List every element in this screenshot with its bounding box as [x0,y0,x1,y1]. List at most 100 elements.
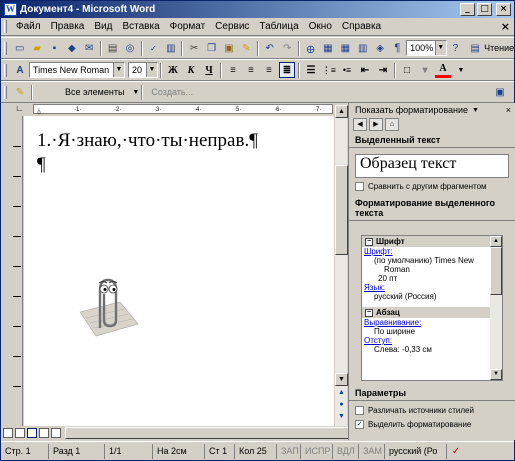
document-line-2[interactable]: ¶ [37,154,46,176]
distinguish-sources-option[interactable]: Различать источники стилей [355,406,510,415]
formatting-details-list[interactable]: − Шрифт Шрифт: (по умолчанию) Times New … [361,235,503,381]
styles-icon[interactable]: ✎ [12,84,28,100]
menu-insert[interactable]: Вставка [117,21,164,32]
indent-marker[interactable]: ⏃ [36,107,42,116]
spelling-status-icon[interactable]: ✓ [448,443,464,459]
font-link[interactable]: Шрифт: [362,247,502,256]
open-folder-icon[interactable]: ▰ [29,40,44,56]
research-icon[interactable]: ▥ [163,40,178,56]
scroll-thumb[interactable] [65,427,365,439]
font-color-dropdown-icon[interactable]: ▼ [453,62,469,78]
print-preview-icon[interactable]: ◎ [122,40,137,56]
task-pane-toggle-icon[interactable]: ▣ [492,84,508,100]
align-right-icon[interactable]: ≡ [261,62,277,78]
print-icon[interactable]: ▤ [105,40,120,56]
web-view-icon[interactable] [15,428,25,438]
show-formatting-checkbox[interactable]: ✓ [355,420,364,429]
pane-title[interactable]: Показать форматирование [355,105,468,115]
status-record-macro[interactable]: ЗАП [277,443,301,459]
sample-text-box[interactable]: Образец текст [355,154,509,178]
format-painter-icon[interactable]: ✎ [239,40,254,56]
font-color-icon[interactable]: A [435,62,451,78]
document-page[interactable]: 1.·Я·знаю,·что·ты·неправ.¶ ¶ [24,116,334,426]
previous-page-icon[interactable]: ▲ [335,389,348,400]
title-bar[interactable]: W Документ4 - Microsoft Word _ □ × [1,1,514,18]
menu-edit[interactable]: Правка [46,21,90,32]
font-size-select[interactable]: 20 ▼ [128,62,158,78]
home-icon[interactable]: ⌂ [385,118,399,131]
insert-table-icon[interactable]: ▦ [338,40,353,56]
save-icon[interactable]: ▪ [47,40,62,56]
compare-checkbox[interactable] [355,182,364,191]
language-link[interactable]: Язык: [362,283,502,292]
word-app-icon[interactable]: W [4,3,17,16]
chevron-down-icon[interactable]: ▼ [113,63,124,77]
menu-window[interactable]: Окно [304,21,337,32]
drawing-icon[interactable]: ◈ [372,40,387,56]
chevron-down-icon[interactable]: ▼ [472,107,479,114]
read-mode-button[interactable]: ▤ Чтение [466,40,514,56]
collapse-icon[interactable]: − [365,237,373,246]
close-icon[interactable]: × [506,105,511,115]
office-assistant-clippy-icon[interactable] [72,272,142,338]
horizontal-scrollbar[interactable] [65,427,365,439]
align-center-icon[interactable]: ≡ [243,62,259,78]
horizontal-ruler[interactable]: ⏃ ·1· ·2· ·3· ·4· ·5· ·6· ·7· [33,104,333,116]
style-filter-dropdown[interactable]: Все элементы [35,87,132,97]
scroll-down-icon[interactable]: ▼ [490,369,502,380]
create-style-button[interactable]: Создать... [145,87,199,97]
document-line-1[interactable]: 1.·Я·знаю,·что·ты·неправ.¶ [37,130,258,152]
toolbar-grip[interactable] [4,20,7,33]
italic-button[interactable]: К [183,62,199,78]
increase-indent-icon[interactable]: ⇥ [375,62,391,78]
styles-pane-icon[interactable]: A [12,62,28,78]
collapse-icon[interactable]: − [365,308,373,317]
menu-table[interactable]: Таблица [254,21,303,32]
spelling-icon[interactable]: ✓ [146,40,161,56]
paragraph-section-header[interactable]: − Абзац [362,307,502,318]
zoom-select[interactable]: 100% ▼ [406,40,447,56]
indent-link[interactable]: Отступ: [362,336,502,345]
highlight-icon[interactable]: ▾ [417,62,433,78]
font-section-header[interactable]: − Шрифт [362,236,502,247]
show-formatting-option[interactable]: ✓ Выделить форматирование [355,420,510,429]
normal-view-icon[interactable] [3,428,13,438]
columns-icon[interactable]: ▥ [355,40,370,56]
status-extend-selection[interactable]: ВДЛ [333,443,359,459]
scroll-up-icon[interactable]: ▲ [335,105,348,118]
copy-icon[interactable]: ❐ [204,40,219,56]
outline-view-icon[interactable] [39,428,49,438]
back-icon[interactable]: ◀ [353,118,367,131]
next-page-icon[interactable]: ▼ [335,413,348,424]
decrease-indent-icon[interactable]: ⇤ [357,62,373,78]
line-spacing-icon[interactable]: ☰ [303,62,319,78]
browse-object-icon[interactable]: ● [335,401,348,412]
toolbar-grip[interactable] [4,63,7,77]
tab-selector-icon[interactable]: ∟ [15,103,24,113]
status-overtype[interactable]: ЗАМ [359,443,385,459]
borders-icon[interactable]: □ [399,62,415,78]
bold-button[interactable]: Ж [165,62,181,78]
chevron-down-icon[interactable]: ▼ [146,63,157,77]
compare-option[interactable]: Сравнить с другим фрагментом [355,182,509,191]
menu-help[interactable]: Справка [337,21,386,32]
show-hide-icon[interactable]: ¶ [390,40,405,56]
new-document-icon[interactable]: ▭ [12,40,27,56]
undo-icon[interactable]: ↶ [262,40,277,56]
vertical-ruler[interactable] [11,116,23,426]
scroll-thumb[interactable] [335,165,348,255]
maximize-button[interactable]: □ [477,3,492,16]
underline-button[interactable]: Ч [201,62,217,78]
paste-icon[interactable]: ▣ [221,40,236,56]
close-button[interactable]: × [496,3,511,16]
align-left-icon[interactable]: ≡ [225,62,241,78]
forward-icon[interactable]: ▶ [369,118,383,131]
list-scrollbar[interactable]: ▲ ▼ [490,236,502,380]
scroll-thumb[interactable] [490,247,502,295]
reading-view-icon[interactable] [51,428,61,438]
redo-icon[interactable]: ↷ [279,40,294,56]
font-name-select[interactable]: Times New Roman ▼ [29,62,125,78]
scroll-down-icon[interactable]: ▼ [335,373,348,386]
toolbar-grip[interactable] [4,41,7,55]
scroll-up-icon[interactable]: ▲ [490,236,502,247]
